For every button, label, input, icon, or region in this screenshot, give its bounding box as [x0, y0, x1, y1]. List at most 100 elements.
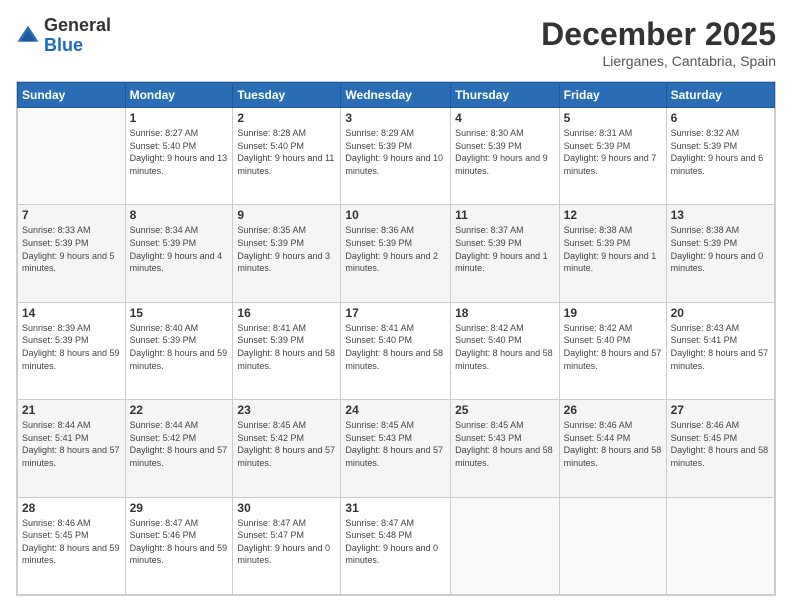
header: General Blue December 2025 Lierganes, Ca… — [16, 16, 776, 69]
calendar-body: 1 Sunrise: 8:27 AM Sunset: 5:40 PM Daylig… — [18, 108, 775, 595]
calendar-cell: 2 Sunrise: 8:28 AM Sunset: 5:40 PM Daylig… — [233, 108, 341, 205]
day-info: Sunrise: 8:27 AM Sunset: 5:40 PM Dayligh… — [130, 127, 229, 177]
logo: General Blue — [16, 16, 111, 56]
calendar-cell — [559, 497, 666, 594]
location: Lierganes, Cantabria, Spain — [541, 53, 776, 69]
calendar-cell: 19Sunrise: 8:42 AM Sunset: 5:40 PM Dayli… — [559, 302, 666, 399]
day-info: Sunrise: 8:38 AM Sunset: 5:39 PM Dayligh… — [671, 224, 770, 274]
logo-general: General — [44, 16, 111, 36]
day-info: Sunrise: 8:44 AM Sunset: 5:41 PM Dayligh… — [22, 419, 121, 469]
day-number: 7 — [22, 208, 121, 222]
calendar-cell — [18, 108, 126, 205]
day-number: 24 — [345, 403, 446, 417]
weekday-header-tuesday: Tuesday — [233, 83, 341, 108]
week-row-4: 28Sunrise: 8:46 AM Sunset: 5:45 PM Dayli… — [18, 497, 775, 594]
calendar-cell: 31 Sunrise: 8:47 AM Sunset: 5:48 PM Dayli… — [341, 497, 451, 594]
calendar: SundayMondayTuesdayWednesdayThursdayFrid… — [16, 81, 776, 596]
day-number: 18 — [455, 306, 555, 320]
day-number: 25 — [455, 403, 555, 417]
calendar-cell: 8 Sunrise: 8:34 AM Sunset: 5:39 PM Daylig… — [125, 205, 233, 302]
calendar-cell: 25Sunrise: 8:45 AM Sunset: 5:43 PM Dayli… — [451, 400, 560, 497]
calendar-cell: 7 Sunrise: 8:33 AM Sunset: 5:39 PM Daylig… — [18, 205, 126, 302]
day-info: Sunrise: 8:31 AM Sunset: 5:39 PM Dayligh… — [564, 127, 662, 177]
day-info: Sunrise: 8:46 AM Sunset: 5:45 PM Dayligh… — [671, 419, 770, 469]
calendar-cell — [666, 497, 774, 594]
weekday-row: SundayMondayTuesdayWednesdayThursdayFrid… — [18, 83, 775, 108]
calendar-cell: 15Sunrise: 8:40 AM Sunset: 5:39 PM Dayli… — [125, 302, 233, 399]
day-info: Sunrise: 8:37 AM Sunset: 5:39 PM Dayligh… — [455, 224, 555, 274]
calendar-cell: 17Sunrise: 8:41 AM Sunset: 5:40 PM Dayli… — [341, 302, 451, 399]
weekday-header-monday: Monday — [125, 83, 233, 108]
day-info: Sunrise: 8:28 AM Sunset: 5:40 PM Dayligh… — [237, 127, 336, 177]
week-row-3: 21Sunrise: 8:44 AM Sunset: 5:41 PM Dayli… — [18, 400, 775, 497]
day-number: 10 — [345, 208, 446, 222]
day-info: Sunrise: 8:33 AM Sunset: 5:39 PM Dayligh… — [22, 224, 121, 274]
calendar-cell: 27 Sunrise: 8:46 AM Sunset: 5:45 PM Dayli… — [666, 400, 774, 497]
logo-icon — [16, 24, 40, 48]
day-number: 27 — [671, 403, 770, 417]
day-number: 8 — [130, 208, 229, 222]
day-number: 28 — [22, 501, 121, 515]
calendar-cell: 22 Sunrise: 8:44 AM Sunset: 5:42 PM Dayli… — [125, 400, 233, 497]
title-area: December 2025 Lierganes, Cantabria, Spai… — [541, 16, 776, 69]
calendar-header: SundayMondayTuesdayWednesdayThursdayFrid… — [18, 83, 775, 108]
day-number: 3 — [345, 111, 446, 125]
day-number: 1 — [130, 111, 229, 125]
day-info: Sunrise: 8:47 AM Sunset: 5:47 PM Dayligh… — [237, 517, 336, 567]
day-number: 30 — [237, 501, 336, 515]
day-info: Sunrise: 8:42 AM Sunset: 5:40 PM Dayligh… — [455, 322, 555, 372]
day-number: 13 — [671, 208, 770, 222]
day-info: Sunrise: 8:46 AM Sunset: 5:44 PM Dayligh… — [564, 419, 662, 469]
day-number: 2 — [237, 111, 336, 125]
day-info: Sunrise: 8:47 AM Sunset: 5:48 PM Dayligh… — [345, 517, 446, 567]
week-row-1: 7 Sunrise: 8:33 AM Sunset: 5:39 PM Daylig… — [18, 205, 775, 302]
day-number: 11 — [455, 208, 555, 222]
day-number: 31 — [345, 501, 446, 515]
calendar-cell: 20 Sunrise: 8:43 AM Sunset: 5:41 PM Dayli… — [666, 302, 774, 399]
calendar-cell: 28Sunrise: 8:46 AM Sunset: 5:45 PM Dayli… — [18, 497, 126, 594]
calendar-cell: 11 Sunrise: 8:37 AM Sunset: 5:39 PM Dayli… — [451, 205, 560, 302]
calendar-cell: 30 Sunrise: 8:47 AM Sunset: 5:47 PM Dayli… — [233, 497, 341, 594]
day-info: Sunrise: 8:39 AM Sunset: 5:39 PM Dayligh… — [22, 322, 121, 372]
day-number: 29 — [130, 501, 229, 515]
calendar-cell: 12Sunrise: 8:38 AM Sunset: 5:39 PM Dayli… — [559, 205, 666, 302]
calendar-cell: 6Sunrise: 8:32 AM Sunset: 5:39 PM Daylig… — [666, 108, 774, 205]
calendar-cell: 26 Sunrise: 8:46 AM Sunset: 5:44 PM Dayli… — [559, 400, 666, 497]
calendar-cell: 3 Sunrise: 8:29 AM Sunset: 5:39 PM Daylig… — [341, 108, 451, 205]
day-info: Sunrise: 8:43 AM Sunset: 5:41 PM Dayligh… — [671, 322, 770, 372]
calendar-cell: 10Sunrise: 8:36 AM Sunset: 5:39 PM Dayli… — [341, 205, 451, 302]
logo-text: General Blue — [44, 16, 111, 56]
day-info: Sunrise: 8:38 AM Sunset: 5:39 PM Dayligh… — [564, 224, 662, 274]
day-number: 19 — [564, 306, 662, 320]
day-info: Sunrise: 8:45 AM Sunset: 5:43 PM Dayligh… — [345, 419, 446, 469]
day-number: 20 — [671, 306, 770, 320]
weekday-header-sunday: Sunday — [18, 83, 126, 108]
day-info: Sunrise: 8:44 AM Sunset: 5:42 PM Dayligh… — [130, 419, 229, 469]
day-info: Sunrise: 8:47 AM Sunset: 5:46 PM Dayligh… — [130, 517, 229, 567]
calendar-cell: 4 Sunrise: 8:30 AM Sunset: 5:39 PM Daylig… — [451, 108, 560, 205]
calendar-cell — [451, 497, 560, 594]
calendar-cell: 13 Sunrise: 8:38 AM Sunset: 5:39 PM Dayli… — [666, 205, 774, 302]
calendar-cell: 9Sunrise: 8:35 AM Sunset: 5:39 PM Daylig… — [233, 205, 341, 302]
weekday-header-saturday: Saturday — [666, 83, 774, 108]
calendar-cell: 5Sunrise: 8:31 AM Sunset: 5:39 PM Daylig… — [559, 108, 666, 205]
day-number: 15 — [130, 306, 229, 320]
day-number: 23 — [237, 403, 336, 417]
day-info: Sunrise: 8:29 AM Sunset: 5:39 PM Dayligh… — [345, 127, 446, 177]
weekday-header-wednesday: Wednesday — [341, 83, 451, 108]
day-info: Sunrise: 8:45 AM Sunset: 5:42 PM Dayligh… — [237, 419, 336, 469]
day-number: 14 — [22, 306, 121, 320]
day-number: 22 — [130, 403, 229, 417]
calendar-cell: 18 Sunrise: 8:42 AM Sunset: 5:40 PM Dayli… — [451, 302, 560, 399]
day-number: 4 — [455, 111, 555, 125]
day-number: 26 — [564, 403, 662, 417]
week-row-2: 14 Sunrise: 8:39 AM Sunset: 5:39 PM Dayli… — [18, 302, 775, 399]
calendar-cell: 16Sunrise: 8:41 AM Sunset: 5:39 PM Dayli… — [233, 302, 341, 399]
month-title: December 2025 — [541, 16, 776, 53]
day-info: Sunrise: 8:41 AM Sunset: 5:40 PM Dayligh… — [345, 322, 446, 372]
day-number: 9 — [237, 208, 336, 222]
day-info: Sunrise: 8:30 AM Sunset: 5:39 PM Dayligh… — [455, 127, 555, 177]
day-number: 16 — [237, 306, 336, 320]
day-info: Sunrise: 8:34 AM Sunset: 5:39 PM Dayligh… — [130, 224, 229, 274]
logo-blue: Blue — [44, 36, 111, 56]
